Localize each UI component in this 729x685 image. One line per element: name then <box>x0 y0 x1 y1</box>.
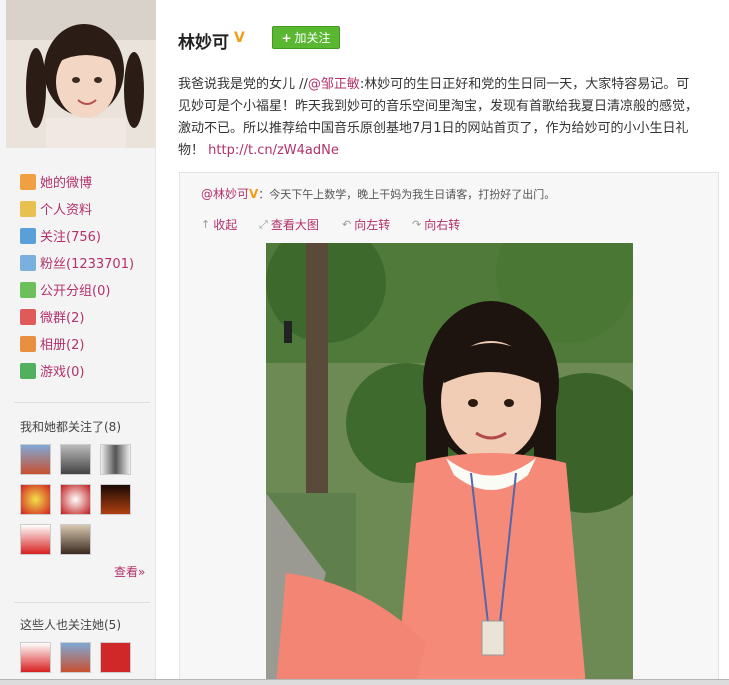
user-avatar[interactable] <box>100 444 131 475</box>
follow-icon <box>20 227 36 244</box>
nav-item-album[interactable]: 相册(2) <box>20 330 134 357</box>
user-avatar[interactable] <box>20 484 51 515</box>
nav-label: 游戏(0) <box>40 365 85 380</box>
follow-button[interactable]: + 加关注 <box>272 26 340 49</box>
left-sidebar: 她的微博 个人资料 关注(756) 粉丝(1233701) 公开分组(0) 微群… <box>0 0 156 685</box>
user-avatar[interactable] <box>20 642 51 673</box>
profile-nav: 她的微博 个人资料 关注(756) 粉丝(1233701) 公开分组(0) 微群… <box>20 168 134 384</box>
nav-label: 微群(2) <box>40 311 85 326</box>
followers-title: 这些人也关注她(5) <box>20 618 121 632</box>
post-mention-link[interactable]: @邹正敏 <box>308 77 360 92</box>
nav-label: 关注(756) <box>40 230 101 245</box>
user-avatar[interactable] <box>60 484 91 515</box>
nav-label: 她的微博 <box>40 176 93 191</box>
divider <box>14 402 150 403</box>
album-icon <box>20 335 36 352</box>
microgroup-icon <box>20 308 36 325</box>
user-avatar[interactable] <box>100 484 131 515</box>
rotate-right-label: 向右转 <box>424 218 461 232</box>
collapse-label: 收起 <box>213 218 238 232</box>
rotate-left-button[interactable]: ↶ 向左转 <box>342 216 390 233</box>
nav-item-groups[interactable]: 公开分组(0) <box>20 276 134 303</box>
nav-item-microgroup[interactable]: 微群(2) <box>20 303 134 330</box>
divider <box>14 602 150 603</box>
repost-card: @林妙可V：今天下午上数学，晚上干妈为我生日请客，打扮好了出门。 ↑ 收起 ⤢ 查看… <box>179 172 719 685</box>
group-icon <box>20 281 36 298</box>
user-avatar[interactable] <box>20 524 51 555</box>
post-photo[interactable] <box>266 243 633 685</box>
collapse-arrow-icon: ↑ <box>201 218 211 231</box>
nav-item-fans[interactable]: 粉丝(1233701) <box>20 249 134 276</box>
user-avatar[interactable] <box>60 642 91 673</box>
rotate-right-button[interactable]: ↷ 向右转 <box>412 216 460 233</box>
repost-header: @林妙可V：今天下午上数学，晚上干妈为我生日请客，打扮好了出门。 <box>201 185 555 202</box>
rotate-left-label: 向左转 <box>354 218 391 232</box>
repost-text: ：今天下午上数学，晚上干妈为我生日请客，打扮好了出门。 <box>258 188 556 201</box>
fans-icon <box>20 254 36 271</box>
verified-badge-icon: V <box>249 187 259 201</box>
view-large-icon: ⤢ <box>259 217 268 231</box>
view-large-button[interactable]: ⤢ 查看大图 <box>259 216 319 233</box>
view-more-link[interactable]: 查看» <box>114 563 145 580</box>
verified-badge-icon: V <box>234 30 245 46</box>
profile-card-icon <box>20 200 36 217</box>
nav-label: 相册(2) <box>40 338 85 353</box>
repost-author-link[interactable]: @林妙可 <box>201 187 249 201</box>
profile-name[interactable]: 林妙可 <box>178 28 229 53</box>
post-text: 我爸说我是党的女儿 //@邹正敏:林妙可的生日正好和党的生日同一天，大家特容易记… <box>178 74 698 162</box>
nav-label: 粉丝(1233701) <box>40 257 135 272</box>
follow-button-label: 加关注 <box>294 31 331 45</box>
avatar-image <box>6 0 156 148</box>
view-large-label: 查看大图 <box>270 218 319 232</box>
nav-item-game[interactable]: 游戏(0) <box>20 357 134 384</box>
nav-item-profile[interactable]: 个人资料 <box>20 195 134 222</box>
game-icon <box>20 362 36 379</box>
nav-label: 个人资料 <box>40 203 93 218</box>
nav-item-following[interactable]: 关注(756) <box>20 222 134 249</box>
photo-image <box>266 243 633 685</box>
taskbar-strip <box>0 679 729 685</box>
nav-item-weibo[interactable]: 她的微博 <box>20 168 134 195</box>
home-icon <box>20 173 36 190</box>
user-avatar[interactable] <box>20 444 51 475</box>
post-short-link[interactable]: http://t.cn/zW4adNe <box>208 143 339 158</box>
mutual-follow-thumbs <box>20 444 131 555</box>
user-avatar[interactable] <box>60 444 91 475</box>
collapse-button[interactable]: ↑ 收起 <box>201 216 237 233</box>
rotate-left-icon: ↶ <box>342 218 352 231</box>
rotate-right-icon: ↷ <box>412 218 422 231</box>
followers-thumbs <box>20 642 131 673</box>
post-text-before: 我爸说我是党的女儿 // <box>178 77 308 92</box>
nav-label: 公开分组(0) <box>40 284 111 299</box>
user-avatar[interactable] <box>60 524 91 555</box>
user-avatar[interactable] <box>100 642 131 673</box>
profile-avatar[interactable] <box>6 0 156 148</box>
mutual-follow-title: 我和她都关注了(8) <box>20 420 121 434</box>
plus-icon: + <box>281 30 292 45</box>
